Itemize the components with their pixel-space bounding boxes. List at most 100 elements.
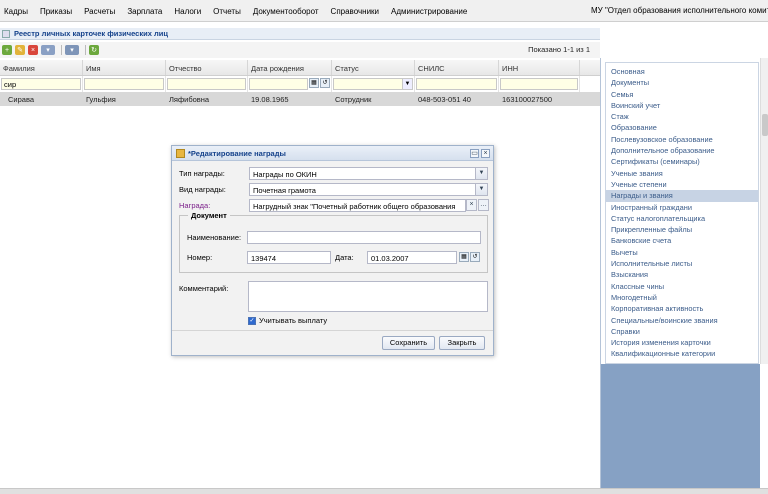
- column-status[interactable]: Статус: [332, 60, 415, 75]
- menu-item-zarplata[interactable]: Зарплата: [121, 7, 168, 16]
- award-value: Нагрудный знак "Почетный работник общего…: [253, 202, 456, 211]
- award-kind-row: Вид награды: Почетная грамота ▼: [179, 183, 488, 196]
- filter-birth-date-wrap: ▦ ↺: [249, 78, 330, 90]
- section-item[interactable]: Воинский учет: [606, 100, 758, 111]
- delete-icon[interactable]: ×: [28, 45, 38, 55]
- section-item[interactable]: Корпоративная активность: [606, 303, 758, 314]
- section-item[interactable]: Взыскания: [606, 269, 758, 280]
- table-row[interactable]: Сирава Гульфия Ляфибовна 19.08.1965 Сотр…: [0, 92, 600, 106]
- section-item[interactable]: Иностранный граждани: [606, 202, 758, 213]
- award-kind-label: Вид награды:: [179, 185, 226, 194]
- chevron-down-icon[interactable]: ▼: [475, 184, 487, 195]
- clear-icon[interactable]: ×: [466, 199, 477, 211]
- award-type-label: Тип награды:: [179, 169, 225, 178]
- section-item-active[interactable]: Награды и звания: [606, 190, 758, 202]
- chevron-down-icon[interactable]: ▼: [475, 168, 487, 179]
- menu-item-nalogi[interactable]: Налоги: [168, 7, 207, 16]
- filter-birth-date-input[interactable]: [249, 78, 308, 90]
- section-item[interactable]: Вычеты: [606, 247, 758, 258]
- award-type-select[interactable]: Награды по ОКИН ▼: [249, 167, 488, 180]
- dialog-title-bar[interactable]: *Редактирование награды ▭ ×: [172, 146, 493, 161]
- section-item[interactable]: Специальные/воинские звания: [606, 315, 758, 326]
- comment-textarea[interactable]: [248, 281, 488, 312]
- maximize-icon[interactable]: ▭: [470, 149, 479, 158]
- payment-checkbox-row[interactable]: ✓ Учитывать выплату: [248, 316, 327, 325]
- section-item[interactable]: Документы: [606, 77, 758, 88]
- sections-scrollbar[interactable]: [760, 58, 768, 364]
- filter-status-select[interactable]: ▼: [333, 78, 413, 90]
- dialog-separator: [172, 330, 493, 331]
- menu-item-raschety[interactable]: Расчеты: [78, 7, 121, 16]
- doc-date-input[interactable]: 01.03.2007: [367, 251, 457, 264]
- add-icon[interactable]: +: [2, 45, 12, 55]
- main-menu: Кадры Приказы Расчеты Зарплата Налоги От…: [0, 0, 473, 22]
- section-item[interactable]: Статус налогоплательщика: [606, 213, 758, 224]
- sections-panel-background: [601, 364, 760, 488]
- section-item[interactable]: Квалификационные категории: [606, 348, 758, 359]
- cell-patronymic: Ляфибовна: [169, 95, 210, 104]
- column-inn[interactable]: ИНН: [499, 60, 580, 75]
- refresh-icon[interactable]: ↻: [89, 45, 99, 55]
- section-item[interactable]: Прикрепленные файлы: [606, 224, 758, 235]
- filter-name-cell: [83, 76, 166, 92]
- award-kind-select[interactable]: Почетная грамота ▼: [249, 183, 488, 196]
- menu-item-kadry[interactable]: Кадры: [0, 7, 34, 16]
- filter-status-cell: ▼: [332, 76, 415, 92]
- section-item[interactable]: Справки: [606, 326, 758, 337]
- cell-name: Гульфия: [86, 95, 116, 104]
- filter-patronymic-input[interactable]: [167, 78, 246, 90]
- menu-item-prikazy[interactable]: Приказы: [34, 7, 78, 16]
- organization-name: МУ "Отдел образования исполнительного ко…: [591, 6, 768, 15]
- clear-date-icon[interactable]: ↺: [320, 78, 330, 88]
- section-item[interactable]: Исполнительные листы: [606, 258, 758, 269]
- registry-toolbar: + ✎ × ▾ ▾ ↻ Показано 1-1 из 1: [0, 42, 600, 58]
- column-patronymic[interactable]: Отчество: [166, 60, 248, 75]
- column-birth-date[interactable]: Дата рождения: [248, 60, 332, 75]
- filter-name-input[interactable]: [84, 78, 164, 90]
- close-icon[interactable]: ×: [481, 149, 490, 158]
- print-icon[interactable]: ▾: [65, 45, 79, 55]
- section-item[interactable]: Многодетный: [606, 292, 758, 303]
- column-surname[interactable]: Фамилия: [0, 60, 83, 75]
- chevron-down-icon[interactable]: ▼: [402, 79, 412, 89]
- document-legend: Документ: [188, 211, 230, 220]
- section-item[interactable]: Ученые степени: [606, 179, 758, 190]
- section-item[interactable]: Послевузовское образование: [606, 134, 758, 145]
- payment-checkbox[interactable]: ✓: [248, 316, 256, 325]
- edit-icon[interactable]: ✎: [15, 45, 25, 55]
- doc-name-input[interactable]: [247, 231, 481, 244]
- menu-dropdown-icon[interactable]: ▾: [41, 45, 55, 55]
- registry-icon: [2, 29, 10, 38]
- edit-icon: [176, 148, 185, 158]
- section-item[interactable]: Образование: [606, 122, 758, 133]
- section-item[interactable]: Банковские счета: [606, 235, 758, 246]
- filter-inn-input[interactable]: [500, 78, 578, 90]
- calendar-icon[interactable]: ▦: [459, 252, 469, 262]
- ellipsis-icon[interactable]: …: [478, 199, 489, 211]
- column-name[interactable]: Имя: [83, 60, 166, 75]
- section-item[interactable]: Стаж: [606, 111, 758, 122]
- award-select-field[interactable]: Нагрудный знак "Почетный работник общего…: [249, 199, 466, 212]
- section-item[interactable]: Основная: [606, 66, 758, 77]
- section-item[interactable]: Дополнительное образование: [606, 145, 758, 156]
- column-snils[interactable]: СНИЛС: [415, 60, 499, 75]
- clear-date-icon[interactable]: ↺: [470, 252, 480, 262]
- section-item[interactable]: Семья: [606, 89, 758, 100]
- section-item[interactable]: Сертификаты (семинары): [606, 156, 758, 167]
- close-button[interactable]: Закрыть: [439, 336, 485, 350]
- filter-snils-input[interactable]: [416, 78, 497, 90]
- menu-item-administrirovanie[interactable]: Администрирование: [385, 7, 473, 16]
- section-item[interactable]: Ученые звания: [606, 168, 758, 179]
- doc-number-input[interactable]: 139474: [247, 251, 331, 264]
- section-item[interactable]: История изменения карточки: [606, 337, 758, 348]
- menu-item-dokumentooborot[interactable]: Документооборот: [247, 7, 325, 16]
- section-item[interactable]: Классные чины: [606, 281, 758, 292]
- menu-item-otchety[interactable]: Отчеты: [207, 7, 247, 16]
- calendar-icon[interactable]: ▦: [309, 78, 319, 88]
- menu-item-spravochniki[interactable]: Справочники: [325, 7, 385, 16]
- scrollbar-thumb[interactable]: [762, 114, 768, 136]
- status-bar: [0, 488, 768, 494]
- save-button[interactable]: Сохранить: [382, 336, 435, 350]
- cell-birth-date: 19.08.1965: [251, 95, 289, 104]
- filter-surname-input[interactable]: [1, 78, 81, 90]
